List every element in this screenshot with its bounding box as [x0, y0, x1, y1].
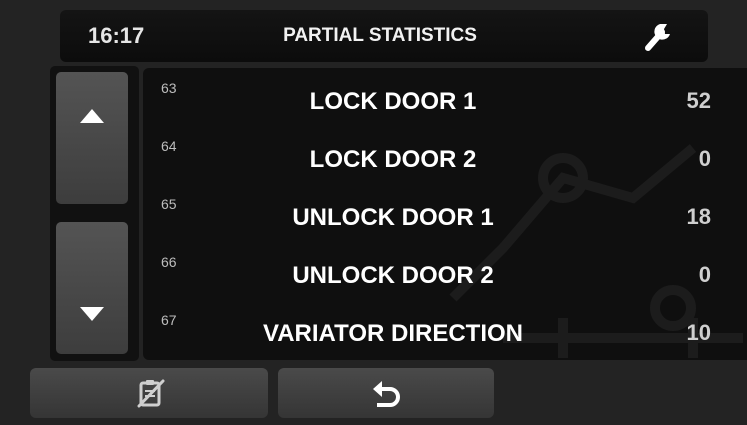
row-index: 67 [161, 312, 177, 328]
clock: 16:17 [88, 23, 145, 48]
clear-list-icon [137, 379, 165, 408]
scroll-up-button[interactable] [56, 72, 128, 204]
row-label: UNLOCK DOOR 2 [292, 262, 494, 289]
row-index: 63 [161, 80, 177, 96]
wrench-icon[interactable] [638, 18, 678, 54]
header-bar: 16:17 PARTIAL STATISTICS [60, 10, 708, 62]
row-value: 10 [686, 320, 711, 345]
page-title: PARTIAL STATISTICS [283, 25, 477, 46]
row-value: 0 [698, 262, 711, 287]
row-value: 0 [698, 146, 711, 171]
row-label: UNLOCK DOOR 1 [292, 204, 494, 231]
back-button[interactable] [278, 368, 494, 418]
clear-statistics-button[interactable] [30, 368, 268, 418]
list-item[interactable]: 64 LOCK DOOR 2 0 [143, 126, 747, 184]
list-item[interactable]: 67 VARIATOR DIRECTION 10 [143, 300, 747, 358]
row-value: 52 [686, 88, 711, 113]
row-index: 66 [161, 254, 177, 270]
statistics-list: 63 LOCK DOOR 1 52 64 LOCK DOOR 2 0 65 UN… [143, 68, 747, 360]
row-label: VARIATOR DIRECTION [262, 320, 523, 347]
list-item[interactable]: 65 UNLOCK DOOR 1 18 [143, 184, 747, 242]
back-arrow-icon [373, 381, 400, 407]
row-value: 18 [686, 204, 711, 229]
scroll-down-button[interactable] [56, 222, 128, 354]
list-item[interactable]: 66 UNLOCK DOOR 2 0 [143, 242, 747, 300]
triangle-down-icon [80, 307, 104, 321]
row-index: 65 [161, 196, 177, 212]
row-label: LOCK DOOR 2 [309, 146, 477, 173]
list-item[interactable]: 63 LOCK DOOR 1 52 [143, 68, 747, 126]
triangle-up-icon [80, 109, 104, 123]
row-index: 64 [161, 138, 177, 154]
row-label: LOCK DOOR 1 [309, 88, 477, 115]
